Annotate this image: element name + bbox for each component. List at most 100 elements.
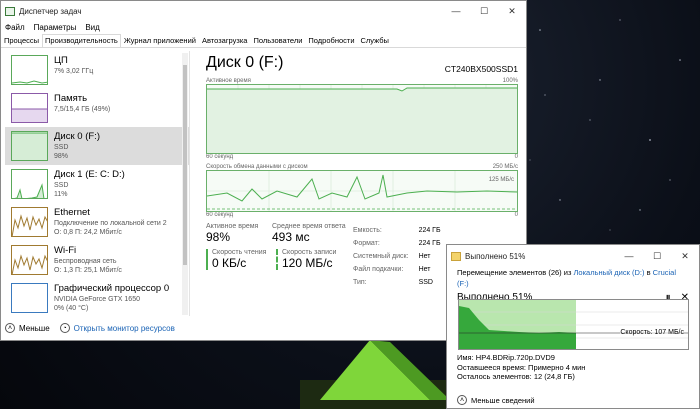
chevron-up-icon[interactable]: ˄ [5, 323, 15, 333]
tab-users[interactable]: Пользователи [250, 34, 305, 47]
copy-close-button[interactable]: ✕ [671, 251, 699, 262]
items-remaining-line: Осталось элементов: 12 (24,8 ГБ) [457, 372, 575, 381]
copy-title-bar: Выполнено 51% — ☐ ✕ [447, 245, 699, 267]
prop-value: SSD [418, 279, 433, 286]
read-speed-label: Скорость чтения [212, 249, 267, 256]
task-manager-icon [5, 6, 15, 16]
read-speed-value: 0 КБ/с [212, 256, 247, 270]
ethernet-thumbnail [11, 207, 48, 237]
file-copy-dialog: Выполнено 51% — ☐ ✕ Перемещение элементо… [446, 244, 700, 409]
resource-memory[interactable]: Память 7,5/15,4 ГБ (49%) [5, 89, 189, 127]
resource-type: Беспроводная сеть [54, 258, 117, 265]
response-time-label: Среднее время ответа [272, 223, 346, 230]
wifi-thumbnail [11, 245, 48, 275]
resource-name: Память [54, 93, 88, 104]
memory-thumbnail [11, 93, 48, 123]
resource-list-scrollbar[interactable] [182, 53, 188, 315]
write-speed-value: 120 МБ/с [282, 256, 333, 270]
graph1-left: 60 секунд [206, 154, 234, 160]
resource-stat: 0% (40 °C) [54, 305, 89, 312]
time-remaining-line: Оставшееся время: Примерно 4 мин [457, 362, 586, 372]
prop-key: Емкость: [353, 227, 382, 234]
tab-startup[interactable]: Автозагрузка [199, 34, 251, 47]
disk0-thumbnail [11, 131, 48, 161]
resource-gpu[interactable]: Графический процессор 0 NVIDIA GeForce G… [5, 279, 189, 316]
copy-minimize-button[interactable]: — [615, 251, 643, 262]
menu-bar: Файл Параметры Вид [1, 21, 526, 34]
resource-name: Wi-Fi [54, 245, 77, 256]
tab-details[interactable]: Подробности [305, 34, 357, 47]
bottom-bar: ˄ Меньше ◔ Открыть монитор ресурсов [5, 319, 175, 337]
file-name-line: Имя: HP4.BDRip.720p.DVD9 [457, 353, 555, 362]
fewer-details-link[interactable]: Меньше [19, 324, 50, 333]
resource-stat: О: 0,8 П: 24,2 Мбит/с [54, 229, 122, 236]
active-time-label: Активное время [206, 223, 259, 230]
disk1-thumbnail [11, 169, 48, 199]
resource-name: ЦП [54, 55, 68, 66]
prop-value: 224 ГБ [418, 240, 441, 247]
resource-cpu[interactable]: ЦП 7% 3,02 ГГц [5, 51, 189, 89]
disk-properties: Емкость: 224 ГБ Формат: 224 ГБ Системный д… [351, 223, 451, 290]
graph2-mid: 125 МБ/с [488, 177, 514, 183]
close-button[interactable]: ✕ [498, 6, 526, 17]
menu-view[interactable]: Вид [85, 23, 99, 32]
copy-bottom: ˄ Меньше сведений [457, 395, 535, 405]
resource-stat: О: 1,3 П: 25,1 Мбит/с [54, 267, 122, 274]
to-word: в [646, 268, 651, 277]
title-bar: Диспетчер задач — ☐ ✕ [1, 1, 526, 21]
prop-key: Формат: [353, 240, 380, 247]
transfer-graph: Скорость: 107 МБ/с [458, 299, 689, 350]
active-time-value: 98% [206, 230, 231, 244]
prop-key: Файл подкачки: [353, 266, 404, 273]
speed-text: Скорость: 107 МБ/с [620, 329, 684, 336]
menu-options[interactable]: Параметры [34, 23, 77, 32]
prop-value: 224 ГБ [418, 227, 441, 234]
graph1-footer: 60 секунд 0 [206, 154, 518, 160]
resource-type: SSD [54, 144, 69, 151]
resource-stat: 7% 3,02 ГГц [54, 68, 94, 75]
resource-name: Графический процессор 0 [54, 283, 170, 294]
folder-icon [451, 251, 461, 261]
window-title: Диспетчер задач [19, 6, 82, 16]
resource-disk-0[interactable]: Диск 0 (F:) SSD 98% [5, 127, 189, 165]
graph1-right: 0 [514, 154, 518, 160]
resource-wifi[interactable]: Wi-Fi Беспроводная сеть О: 1,3 П: 25,1 М… [5, 241, 189, 279]
resource-name: Диск 0 (F:) [54, 131, 100, 142]
resource-disk-1[interactable]: Диск 1 (E: C: D:) SSD 11% [5, 165, 189, 203]
menu-file[interactable]: Файл [5, 23, 25, 32]
graph2-footer: 60 секунд 0 [206, 212, 518, 218]
active-time-graph [206, 84, 518, 154]
copy-maximize-button[interactable]: ☐ [643, 251, 671, 262]
resource-type: NVIDIA GeForce GTX 1650 [54, 296, 140, 303]
copy-info: Имя: HP4.BDRip.720p.DVD9 Оставшееся врем… [457, 353, 585, 382]
move-prefix: Перемещение элементов (26) из [457, 268, 572, 277]
fewer-details-button[interactable]: Меньше сведений [471, 396, 535, 405]
prop-value: Нет [418, 253, 431, 260]
minimize-button[interactable]: — [442, 6, 470, 17]
resource-list: ЦП 7% 3,02 ГГц Память 7,5/15,4 ГБ (49%) … [5, 51, 190, 316]
prop-key: Системный диск: [353, 253, 409, 260]
resource-type: Подключение по локальной сети 2 [54, 220, 167, 227]
prop-value: Нет [418, 266, 431, 273]
prop-key: Тип: [353, 279, 367, 286]
maximize-button[interactable]: ☐ [470, 6, 498, 17]
resource-ethernet[interactable]: Ethernet Подключение по локальной сети 2… [5, 203, 189, 241]
write-speed-label: Скорость записи [282, 249, 337, 256]
tab-processes[interactable]: Процессы [1, 34, 42, 47]
open-resource-monitor-link[interactable]: Открыть монитор ресурсов [74, 324, 175, 333]
tab-app-history[interactable]: Журнал приложений [121, 34, 199, 47]
copy-window-title: Выполнено 51% [465, 251, 526, 261]
cpu-thumbnail [11, 55, 48, 85]
source-link[interactable]: Локальный диск (D:) [574, 268, 645, 277]
response-time-value: 493 мс [272, 230, 310, 244]
tab-services[interactable]: Службы [358, 34, 392, 47]
graph2-right: 0 [514, 212, 518, 218]
disk-model: CT240BX500SSD1 [444, 64, 518, 74]
tab-performance[interactable]: Производительность [42, 34, 121, 47]
resource-stat: 11% [54, 191, 68, 198]
resource-type: SSD [54, 182, 69, 189]
chevron-up-icon[interactable]: ˄ [457, 395, 467, 405]
transfer-rate-graph: 125 МБ/с [206, 170, 518, 212]
resource-monitor-icon: ◔ [59, 323, 70, 333]
graph2-left: 60 секунд [206, 212, 234, 218]
